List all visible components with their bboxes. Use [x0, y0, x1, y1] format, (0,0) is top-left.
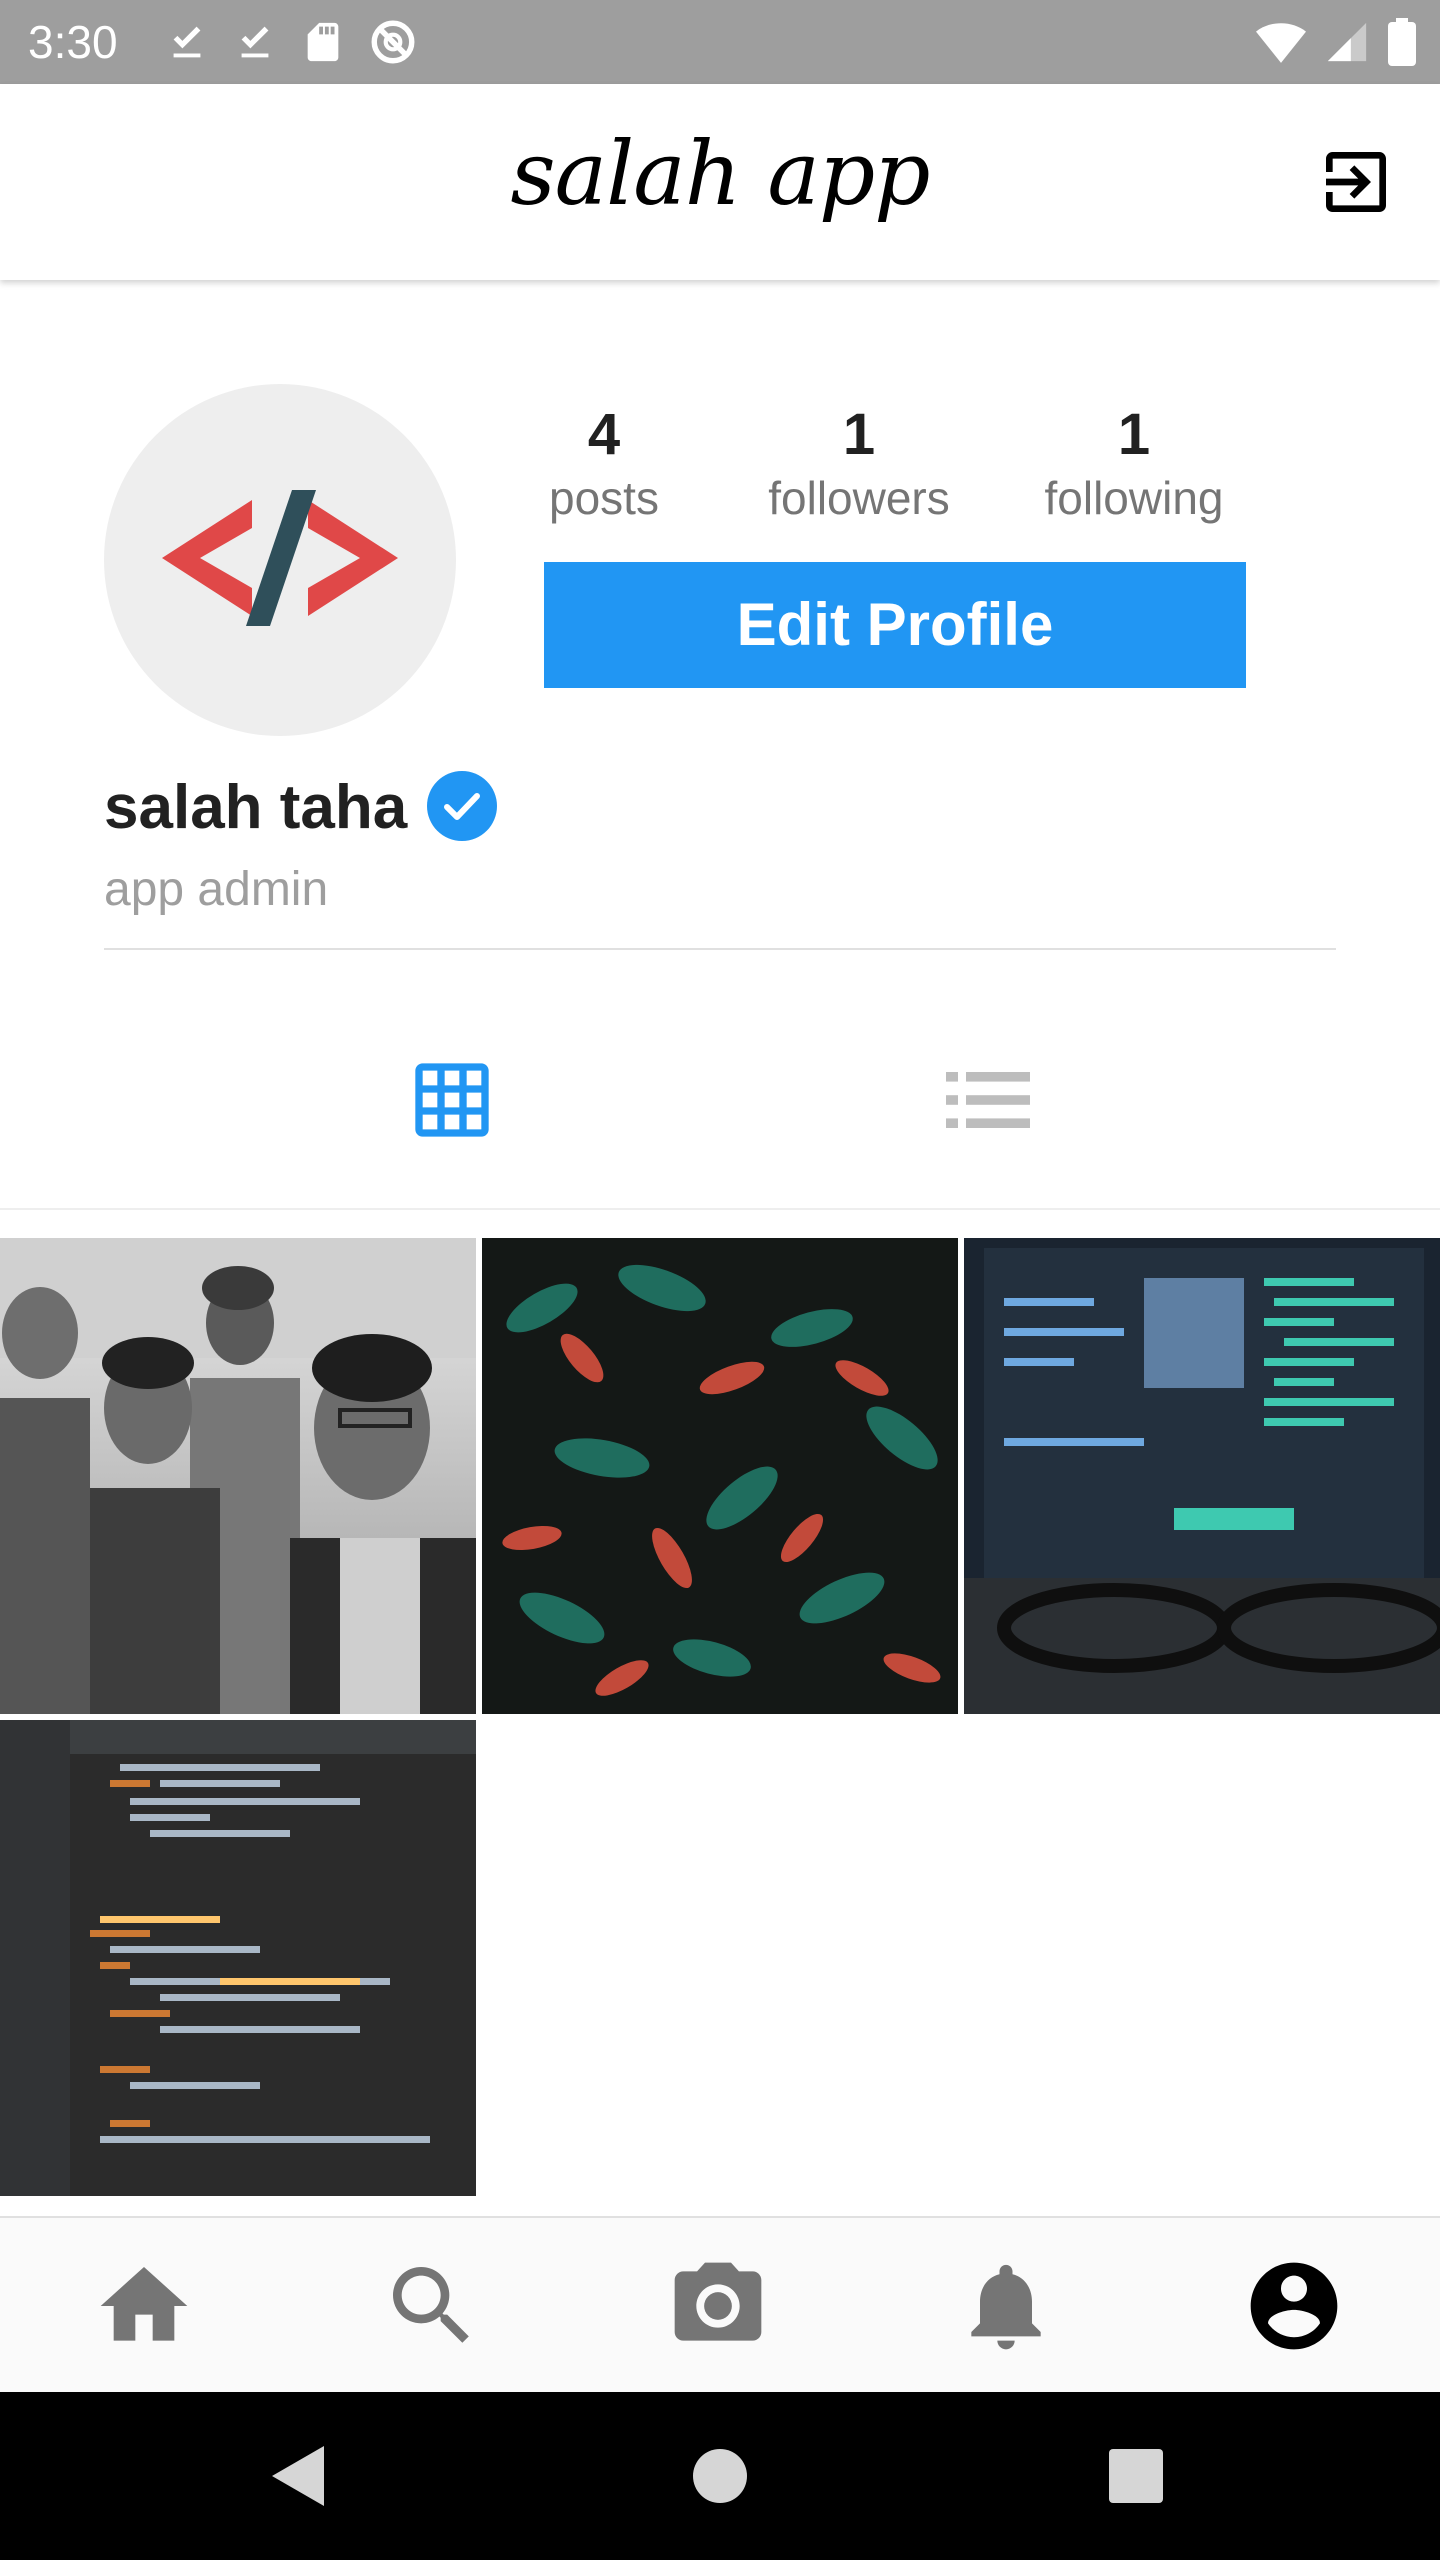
- cell-signal-icon: [1327, 22, 1367, 62]
- code-brackets-icon: [162, 490, 398, 626]
- following-label: following: [1044, 472, 1224, 524]
- profile-screen: 3:30 salah app 4 posts 1 followers 1 fol…: [0, 0, 1440, 2560]
- recents-icon: [1109, 2449, 1163, 2503]
- verified-check-icon: [427, 771, 497, 841]
- avatar[interactable]: [104, 384, 456, 736]
- followers-stat[interactable]: 1 followers: [744, 400, 974, 526]
- profile-divider: [104, 948, 1336, 950]
- followers-count: 1: [842, 402, 876, 467]
- logout-button[interactable]: [1316, 142, 1396, 222]
- post-thumbnail[interactable]: [482, 1238, 958, 1714]
- grid-icon: [415, 1063, 489, 1137]
- bottom-nav: [0, 2216, 1440, 2392]
- search-icon: [393, 2267, 469, 2343]
- nav-home[interactable]: [92, 2254, 196, 2358]
- system-recents-button[interactable]: [1096, 2436, 1176, 2516]
- post-thumbnail[interactable]: [964, 1238, 1440, 1714]
- verified-badge: [426, 770, 498, 842]
- nav-camera[interactable]: [666, 2254, 770, 2358]
- battery-icon: [1388, 18, 1416, 66]
- tabs-divider: [0, 1208, 1440, 1210]
- code-editor-screenshot-photo: [0, 1720, 476, 2196]
- back-icon: [272, 2446, 324, 2506]
- home-icon: [100, 2267, 188, 2341]
- system-home-button[interactable]: [680, 2436, 760, 2516]
- computer-screen-code-photo: [964, 1238, 1440, 1714]
- system-back-button[interactable]: [260, 2436, 340, 2516]
- user-bio: app admin: [104, 863, 329, 916]
- following-count: 1: [1117, 402, 1151, 467]
- blocked-sync-icon: [371, 20, 415, 64]
- app-bar: salah app: [0, 84, 1440, 280]
- notifications-icon: [971, 2264, 1041, 2350]
- post-thumbnail[interactable]: [0, 1720, 476, 2196]
- tab-list-view[interactable]: [946, 1068, 1030, 1132]
- tab-grid-view[interactable]: [408, 1056, 496, 1144]
- download-done-icon: [173, 26, 201, 58]
- posts-stat: 4 posts: [544, 400, 664, 526]
- profile-stats: 4 posts 1 followers 1 following: [544, 400, 1244, 550]
- following-stat[interactable]: 1 following: [1024, 400, 1244, 526]
- account-circle-icon: [1250, 2262, 1338, 2350]
- user-name: salah taha: [104, 773, 408, 842]
- red-green-plant-photo: [482, 1238, 958, 1714]
- download-done-icon: [241, 26, 269, 58]
- nav-search[interactable]: [380, 2254, 484, 2358]
- nav-notifications[interactable]: [954, 2254, 1058, 2358]
- wifi-icon: [1256, 23, 1306, 63]
- sd-card-icon: [307, 22, 339, 62]
- posts-label: posts: [549, 472, 659, 524]
- home-circle-icon: [693, 2449, 747, 2503]
- list-icon: [946, 1072, 1030, 1128]
- nav-profile[interactable]: [1242, 2254, 1346, 2358]
- status-icons-left: [164, 18, 418, 66]
- posts-count: 4: [587, 402, 621, 467]
- edit-profile-button[interactable]: Edit Profile: [544, 562, 1246, 688]
- status-icons-right: [1256, 18, 1416, 66]
- status-bar: 3:30: [0, 0, 1440, 84]
- camera-icon: [674, 2262, 762, 2341]
- status-time: 3:30: [28, 16, 118, 68]
- post-thumbnail[interactable]: [0, 1238, 476, 1714]
- followers-label: followers: [768, 472, 950, 524]
- group-selfie-photo: [0, 1238, 476, 1714]
- system-nav-bar: [0, 2392, 1440, 2560]
- app-title: salah app: [510, 122, 930, 225]
- logout-icon: [1326, 152, 1386, 212]
